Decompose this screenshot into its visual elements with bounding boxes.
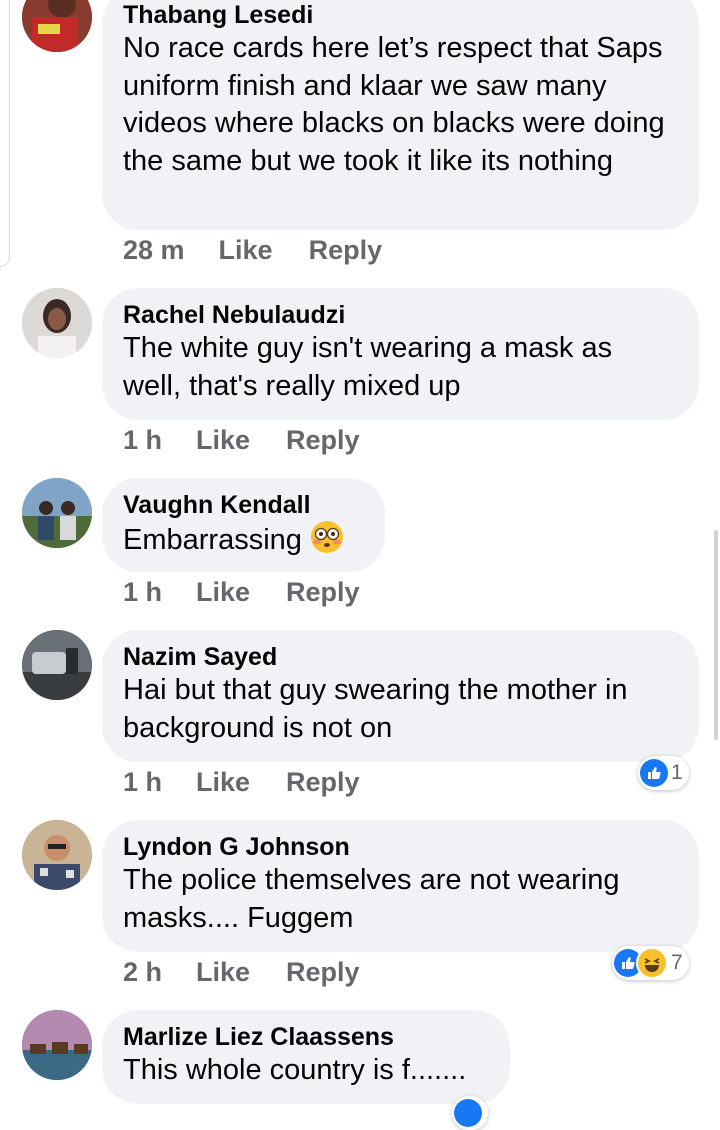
comment-actions: 1 h Like Reply: [123, 423, 360, 457]
comment-text: The white guy isn't wearing a mask as we…: [123, 332, 613, 402]
reply-button[interactable]: Reply: [286, 767, 360, 798]
flushed-face-emoji: [310, 520, 344, 565]
comment-actions: 2 h Like Reply: [123, 955, 360, 989]
avatar[interactable]: [22, 820, 92, 890]
comment-bubble: Vaughn Kendall Embarrassing: [102, 478, 385, 572]
avatar[interactable]: [22, 0, 92, 52]
comment-timestamp[interactable]: 1 h: [123, 425, 162, 456]
avatar[interactable]: [22, 1010, 92, 1080]
comment-author[interactable]: Rachel Nebulaudzi: [123, 300, 677, 330]
comment-author[interactable]: Nazim Sayed: [123, 642, 677, 672]
avatar[interactable]: [22, 478, 92, 548]
avatar[interactable]: [22, 630, 92, 700]
like-button[interactable]: Like: [196, 957, 250, 988]
like-button[interactable]: Like: [196, 767, 250, 798]
like-button[interactable]: Like: [196, 577, 250, 608]
comment-text: The police themselves are not wearing ma…: [123, 864, 620, 934]
like-button[interactable]: Like: [219, 235, 273, 266]
comment-actions: 1 h Like Reply: [123, 575, 360, 609]
like-reaction-icon: [640, 759, 668, 787]
comment-text: Hai but that guy swearing the mother in …: [123, 674, 628, 744]
comment-author[interactable]: Thabang Lesedi: [123, 0, 677, 30]
reaction-count[interactable]: [452, 1096, 488, 1130]
reply-button[interactable]: Reply: [286, 577, 360, 608]
avatar[interactable]: [22, 288, 92, 358]
comment-actions: 1 h Like Reply: [123, 765, 360, 799]
comment-bubble: Lyndon G Johnson The police themselves a…: [102, 820, 699, 952]
thread-line: [0, 0, 10, 267]
comment-timestamp[interactable]: 1 h: [123, 767, 162, 798]
haha-reaction-icon: [636, 947, 668, 979]
comment-author[interactable]: Vaughn Kendall: [123, 490, 363, 520]
comment-actions: 28 m Like Reply: [123, 233, 382, 267]
comment-timestamp[interactable]: 1 h: [123, 577, 162, 608]
reaction-count[interactable]: 1: [638, 756, 689, 790]
reaction-number: 7: [671, 951, 683, 974]
comment-author[interactable]: Marlize Liez Claassens: [123, 1022, 488, 1052]
comment-text: This whole country is f.......: [123, 1054, 467, 1086]
comment-bubble: Nazim Sayed Hai but that guy swearing th…: [102, 630, 699, 762]
scrollbar[interactable]: [714, 530, 718, 740]
comment-text: Embarrassing: [123, 520, 363, 565]
comment-bubble: Thabang Lesedi No race cards here let’s …: [102, 0, 699, 230]
reply-button[interactable]: Reply: [286, 957, 360, 988]
comment-text: No race cards here let’s respect that Sa…: [123, 32, 665, 177]
comment-bubble: Marlize Liez Claassens This whole countr…: [102, 1010, 510, 1104]
comment-author[interactable]: Lyndon G Johnson: [123, 832, 677, 862]
like-button[interactable]: Like: [196, 425, 250, 456]
like-reaction-icon: [454, 1099, 482, 1127]
comment-timestamp[interactable]: 28 m: [123, 235, 185, 266]
comment-bubble: Rachel Nebulaudzi The white guy isn't we…: [102, 288, 699, 420]
reaction-count[interactable]: 7: [612, 946, 689, 980]
reply-button[interactable]: Reply: [309, 235, 383, 266]
comment-timestamp[interactable]: 2 h: [123, 957, 162, 988]
reaction-number: 1: [671, 761, 683, 784]
reply-button[interactable]: Reply: [286, 425, 360, 456]
